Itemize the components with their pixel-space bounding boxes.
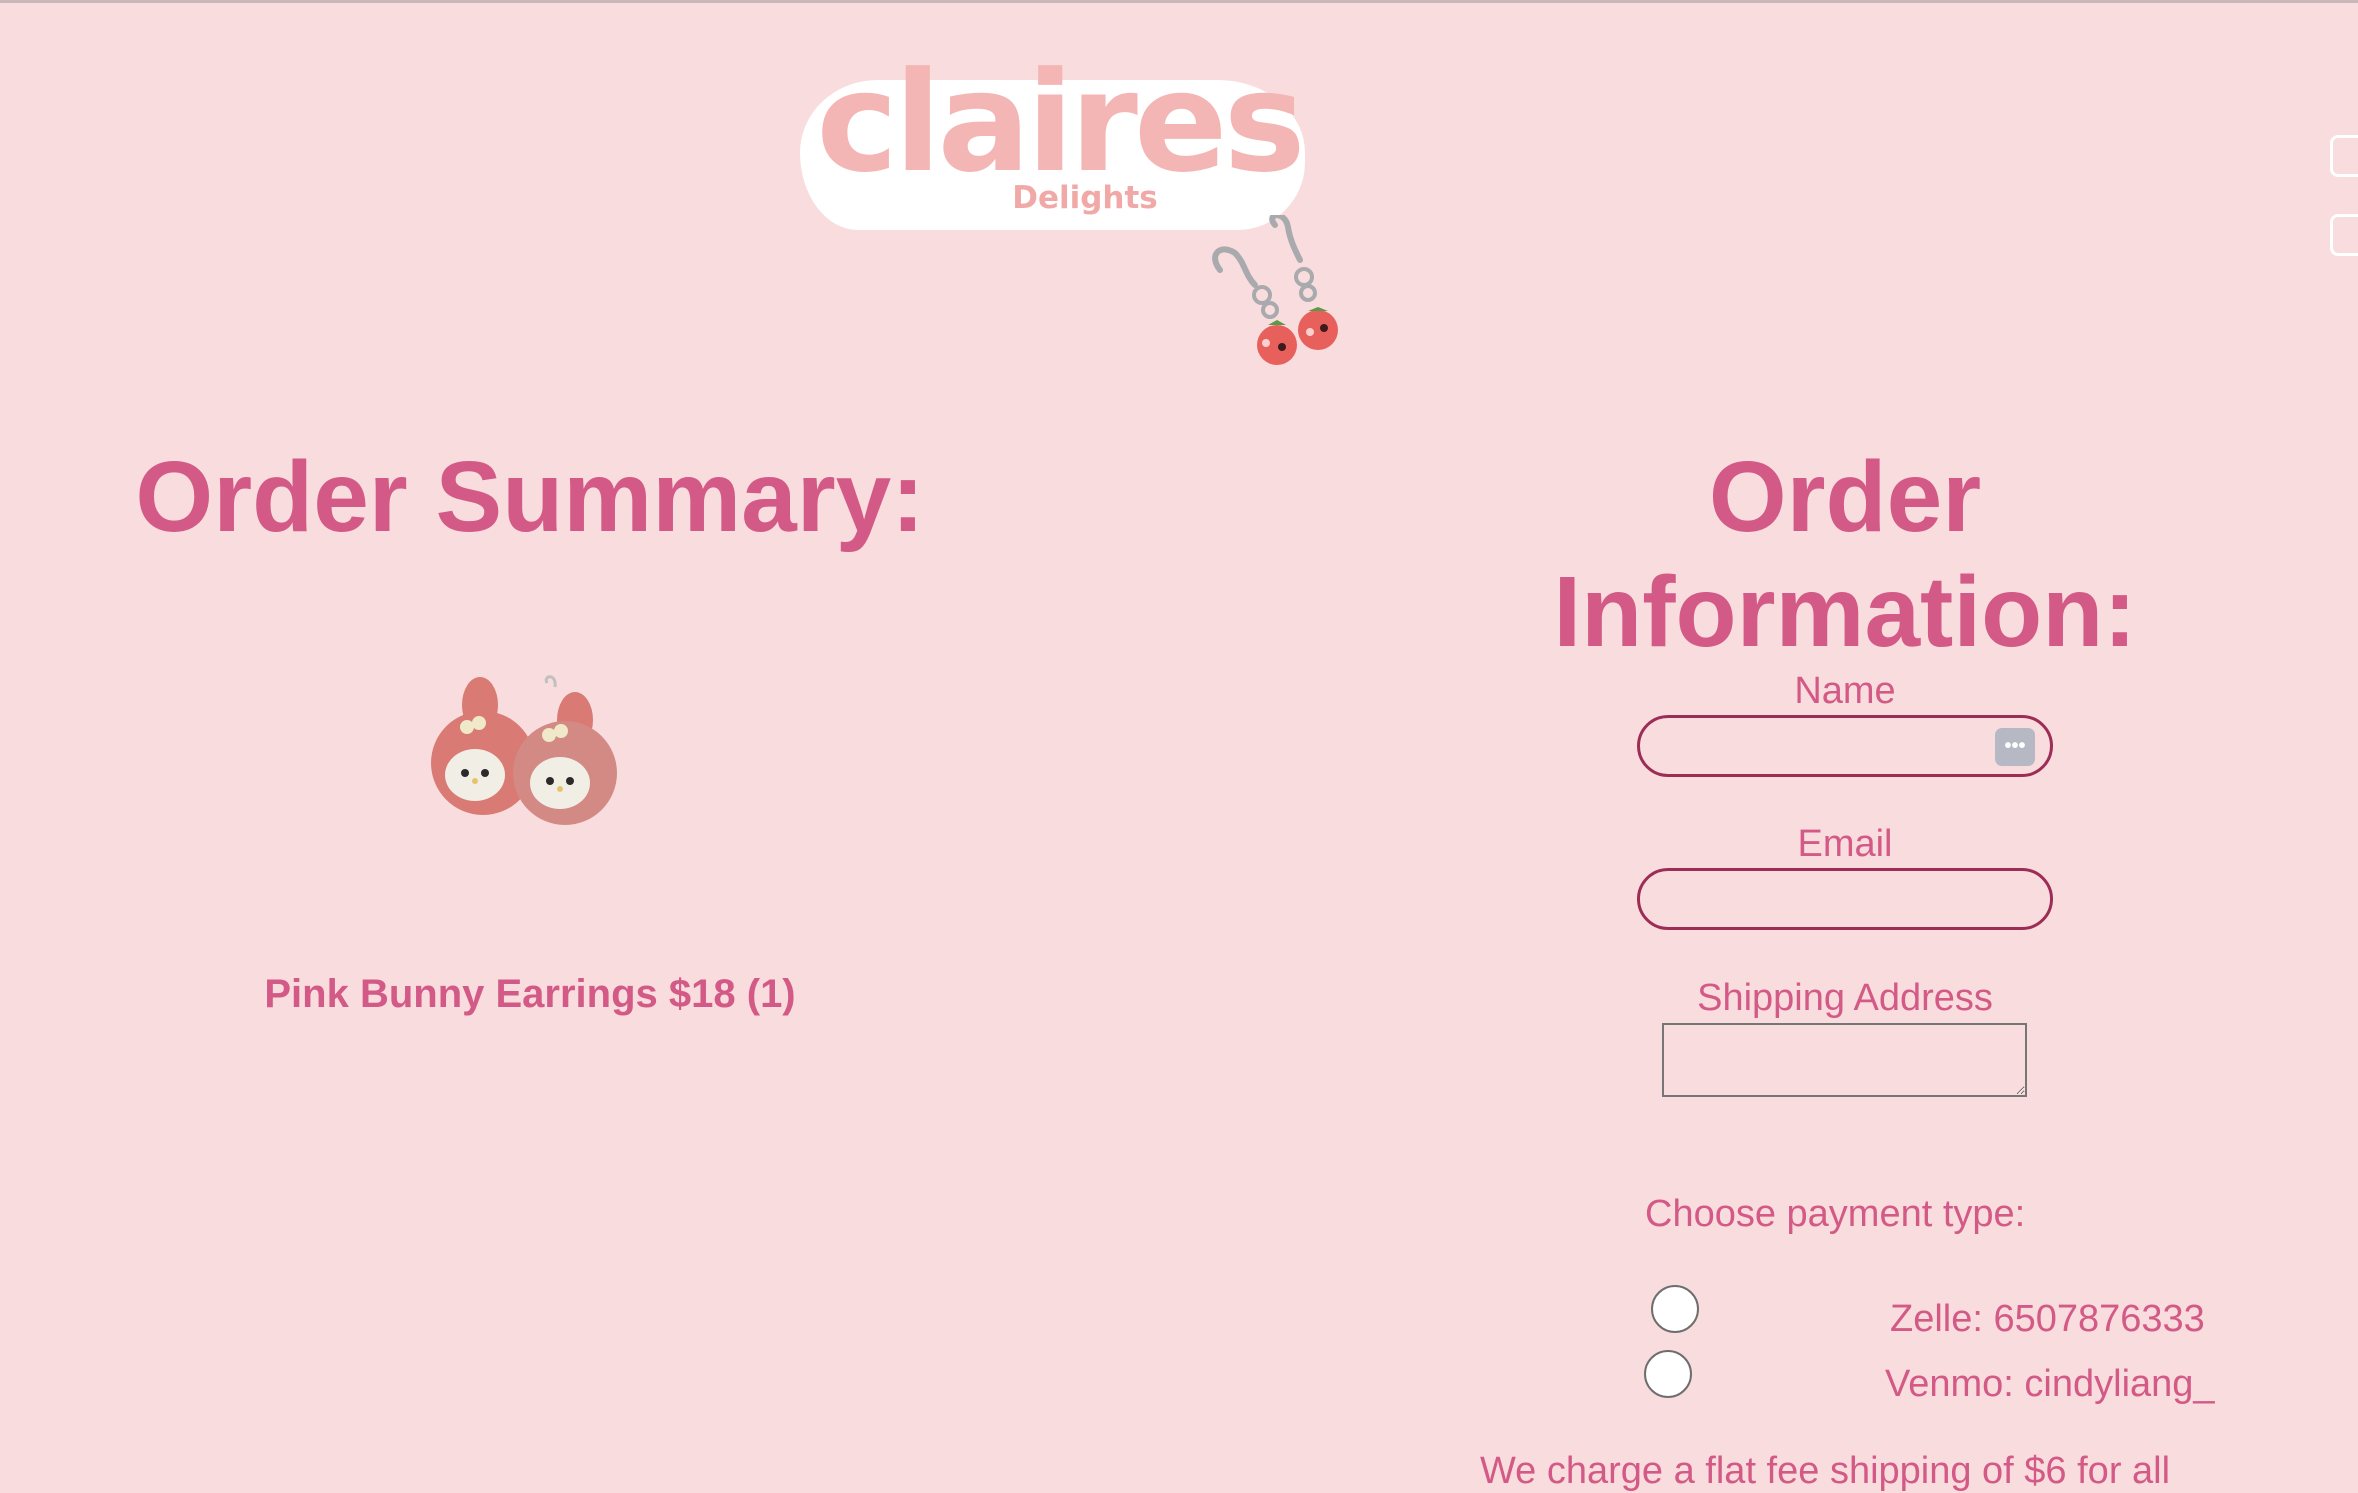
- strawberry-earrings-illustration: [1212, 215, 1338, 365]
- logo-subtitle: Delights: [1012, 180, 1158, 216]
- payment-radio-venmo[interactable]: [1644, 1350, 1692, 1398]
- shipping-address-field[interactable]: [1662, 1023, 2027, 1097]
- order-summary-title: Order Summary:: [135, 441, 925, 553]
- payment-option-venmo: Venmo: cindyliang_: [1885, 1363, 2215, 1405]
- email-label: Email: [1797, 823, 1893, 865]
- autofill-key-icon[interactable]: •••: [1995, 728, 2035, 766]
- name-label: Name: [1794, 670, 1896, 712]
- shipping-fee-note: We charge a flat fee shipping of $6 for …: [1480, 1450, 2171, 1492]
- order-information-title: Order Information:: [1553, 441, 2137, 668]
- store-icon[interactable]: [2330, 135, 2358, 177]
- pink-bunny-earrings-image: [431, 675, 617, 825]
- payment-type-label: Choose payment type:: [1645, 1193, 2026, 1235]
- shipping-address-label: Shipping Address: [1697, 977, 1993, 1019]
- payment-option-zelle: Zelle: 6507876333: [1890, 1298, 2205, 1340]
- payment-radio-zelle[interactable]: [1651, 1285, 1699, 1333]
- email-field[interactable]: [1637, 868, 2053, 930]
- window-top-border: [0, 0, 2358, 3]
- logo-wordmark: claires: [816, 42, 1305, 203]
- cart-icon[interactable]: [2330, 214, 2358, 256]
- cart-item-label: Pink Bunny Earrings $18 (1): [264, 972, 796, 1016]
- brand-logo[interactable]: claires Delights: [800, 54, 1310, 232]
- name-field[interactable]: [1637, 715, 2053, 777]
